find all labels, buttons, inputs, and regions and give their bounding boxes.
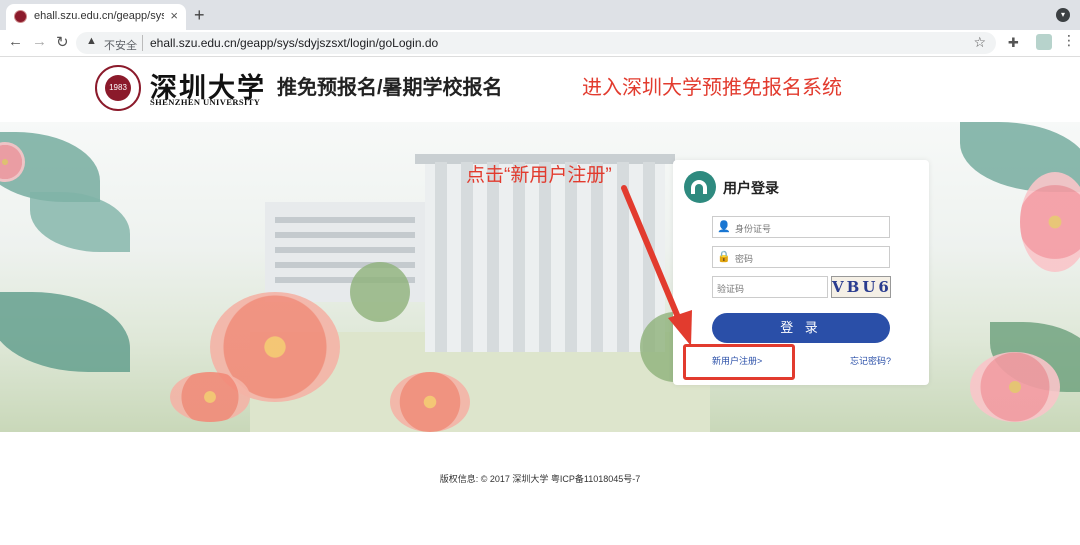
annotation-arrow bbox=[621, 185, 692, 346]
annotation-click-register: 点击“新用户注册” bbox=[466, 165, 612, 186]
footer-copyright: 版权信息: © 2017 深圳大学 粤ICP备11018045号-7 bbox=[439, 474, 641, 484]
register-highlight-box bbox=[683, 344, 795, 380]
